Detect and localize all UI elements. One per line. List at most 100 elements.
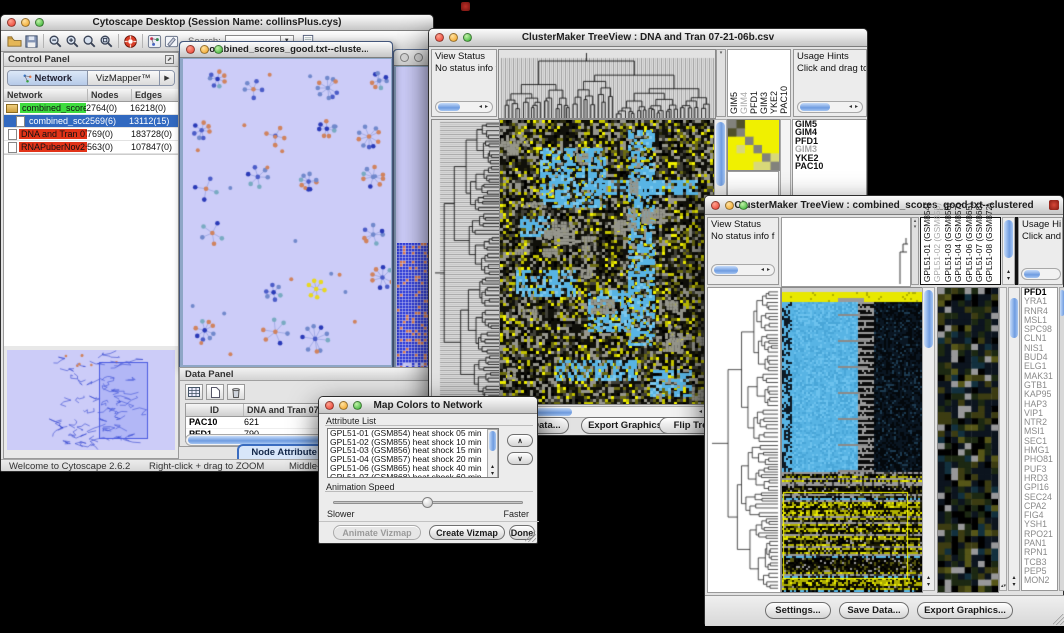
scrollbar-arrows[interactable]: ◂▸ xyxy=(761,267,774,273)
column-label[interactable]: YKE2 xyxy=(770,91,779,114)
create-vizmap-button[interactable]: Create Vizmap xyxy=(429,525,505,540)
zoom-heatmap[interactable] xyxy=(937,287,999,593)
network-table-header[interactable]: Network Nodes Edges xyxy=(4,89,178,102)
settings-button[interactable]: Settings... xyxy=(765,602,831,619)
column-label[interactable]: GPL51-08 (GSM872) xyxy=(985,203,993,282)
new-attribute-icon[interactable] xyxy=(206,384,224,400)
open-session-icon[interactable] xyxy=(6,33,23,50)
column-label[interactable]: GPL51-03 (GSM856) xyxy=(944,203,952,282)
scroll-up-arrow[interactable]: ▴ xyxy=(488,464,497,470)
row-label[interactable]: PAC10 xyxy=(793,162,866,170)
column-dendrogram[interactable] xyxy=(498,49,716,119)
network-row-selected[interactable]: combined_sco 2569(6) 13112(15) xyxy=(4,115,178,128)
scroll-up-arrow[interactable]: ▴ xyxy=(923,575,934,581)
usage-hints-scrollbar[interactable]: ◂▸ xyxy=(797,101,863,113)
move-down-button[interactable]: ∨ xyxy=(507,452,533,465)
minimize-button[interactable] xyxy=(200,45,209,54)
save-session-icon[interactable] xyxy=(23,33,40,50)
scrollbar-thumb[interactable] xyxy=(438,103,460,111)
row-dendrogram[interactable] xyxy=(431,119,500,405)
zoom-scroll-arrows[interactable]: ▴▾ xyxy=(999,287,1007,591)
column-label[interactable]: PAC10 xyxy=(780,86,789,114)
column-label[interactable]: GIM4 xyxy=(740,92,749,114)
delete-attribute-icon[interactable] xyxy=(227,384,245,400)
column-label[interactable]: GPL51-07 (GSM868) xyxy=(975,203,983,282)
close-button[interactable] xyxy=(435,33,444,42)
column-labels-vscrollbar[interactable]: ▴ ▾ xyxy=(1002,217,1015,285)
network-row[interactable]: DNA and Tran 07 769(0) 183728(0) xyxy=(4,128,178,141)
scrollbar-arrows[interactable]: ◂▸ xyxy=(479,104,492,110)
animate-vizmap-button[interactable]: Animate Vizmap xyxy=(333,525,421,540)
slider-thumb[interactable] xyxy=(422,497,433,508)
zoom-button[interactable] xyxy=(353,401,362,410)
view-status-scrollbar[interactable]: ◂▸ xyxy=(711,264,775,276)
scroll-up-arrow[interactable]: ▴ xyxy=(1003,269,1014,275)
column-label[interactable]: GIM3 xyxy=(760,92,769,114)
select-attributes-icon[interactable] xyxy=(185,384,203,400)
attribute-list-vscrollbar[interactable]: ▴ ▾ xyxy=(487,429,498,478)
column-label[interactable]: GPL51-02 (GSM855) xyxy=(933,203,941,282)
scrollbar-thumb[interactable] xyxy=(714,266,738,274)
zoom-in-icon[interactable] xyxy=(64,33,81,50)
column-label[interactable]: GIM5 xyxy=(730,92,739,114)
heatmap-vscrollbar[interactable]: ▴ ▾ xyxy=(922,287,935,591)
zoom-button[interactable] xyxy=(463,33,472,42)
tab-more-button[interactable]: ▶ xyxy=(160,71,174,85)
layout-icon[interactable] xyxy=(146,33,163,50)
network-view-window-1[interactable]: combined_scores_good.txt--cluste... xyxy=(179,41,393,368)
scrollbar-arrows[interactable]: ◂▸ xyxy=(849,104,862,110)
attribute-item[interactable]: GPL51-07 (GSM868) heat shock 60 min xyxy=(328,473,498,478)
row-dendrogram[interactable] xyxy=(707,287,781,593)
minimize-button[interactable] xyxy=(339,401,348,410)
dialog-titlebar[interactable]: Map Colors to Network xyxy=(319,397,537,414)
column-label[interactable]: PFD1 xyxy=(750,91,759,114)
scrollbar-thumb[interactable] xyxy=(716,122,725,186)
network-canvas[interactable] xyxy=(183,59,391,365)
network-overview-thumbnail[interactable] xyxy=(7,350,175,450)
tab-vizmapper[interactable]: VizMapper™ xyxy=(88,71,160,85)
scroll-down-arrow[interactable]: ▾ xyxy=(923,582,934,588)
column-label[interactable]: GPL51-06 (GSM865) xyxy=(965,203,973,282)
float-panel-icon[interactable]: ⬈ xyxy=(165,55,174,64)
far-right-scrollbar[interactable] xyxy=(1059,287,1064,591)
zoom-heatmap-matrix[interactable] xyxy=(727,119,780,171)
main-titlebar[interactable]: Cytoscape Desktop (Session Name: collins… xyxy=(1,15,433,31)
minimize-button[interactable] xyxy=(21,18,30,27)
scrollbar-thumb[interactable] xyxy=(1004,220,1013,258)
zoom-button[interactable] xyxy=(214,45,223,54)
zoom-button[interactable] xyxy=(739,201,748,210)
animation-speed-slider[interactable] xyxy=(333,501,523,504)
network-row[interactable]: combined_scores_ 2764(0) 16218(0) xyxy=(4,102,178,115)
column-label[interactable]: GPL51-04 (GSM857) xyxy=(954,203,962,282)
treeview2-window[interactable]: ClusterMaker TreeView : combined_scores_… xyxy=(704,195,1064,625)
scrollbar-thumb[interactable] xyxy=(1060,290,1064,316)
zoom-out-icon[interactable] xyxy=(47,33,64,50)
close-button[interactable] xyxy=(400,53,409,62)
scroll-down-arrow[interactable]: ▾ xyxy=(488,471,497,477)
close-button[interactable] xyxy=(711,201,720,210)
minimize-button[interactable] xyxy=(449,33,458,42)
tab-network[interactable]: Network xyxy=(8,71,88,85)
zoom-fit-icon[interactable] xyxy=(98,33,115,50)
splitter-strip[interactable]: ▾ xyxy=(716,49,726,117)
gene-label[interactable]: MON2 xyxy=(1022,576,1057,585)
scroll-down-arrow[interactable]: ▾ xyxy=(1009,582,1019,588)
close-button[interactable] xyxy=(325,401,334,410)
zoom-selected-icon[interactable] xyxy=(81,33,98,50)
zoom-button[interactable] xyxy=(35,18,44,27)
export-graphics-button[interactable]: Export Graphics... xyxy=(917,602,1013,619)
scrollbar-thumb[interactable] xyxy=(1024,270,1040,278)
usage-hints-scrollbar[interactable] xyxy=(1021,268,1061,280)
scroll-down-arrow[interactable]: ▾ xyxy=(1003,276,1014,282)
global-heatmap[interactable] xyxy=(781,287,923,593)
scrollbar-thumb[interactable] xyxy=(489,431,496,451)
minimize-button[interactable] xyxy=(414,53,423,62)
minimize-button[interactable] xyxy=(725,201,734,210)
gene-list-vscrollbar[interactable]: ▴ ▾ xyxy=(1008,287,1020,591)
attribute-listbox[interactable]: GPL51-01 (GSM854) heat shock 05 minGPL51… xyxy=(327,428,499,478)
help-lifering-icon[interactable] xyxy=(122,33,139,50)
resize-grip[interactable] xyxy=(1053,614,1064,625)
scroll-up-arrow[interactable]: ▴ xyxy=(1009,575,1019,581)
cell-id[interactable]: PAC10 xyxy=(186,417,244,428)
array-dendrogram[interactable] xyxy=(781,217,911,287)
